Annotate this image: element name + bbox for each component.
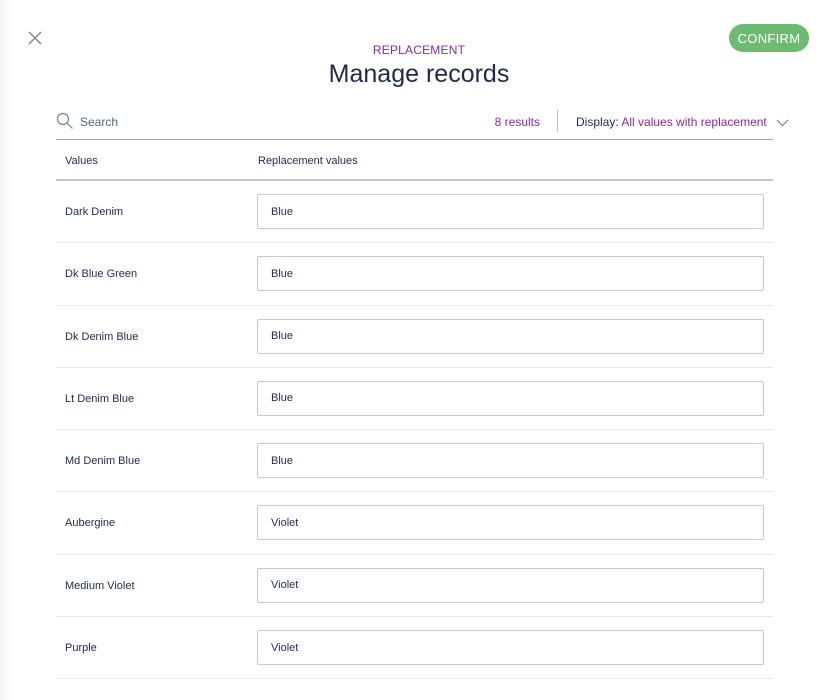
panel-edge-shadow: [0, 0, 14, 700]
records-table-body: Dark Denim Dk Blue Green Dk Denim Blue L…: [56, 181, 773, 680]
table-header: Values Replacement values: [56, 141, 773, 181]
row-value-label: Medium Violet: [65, 579, 135, 592]
display-value: All values with replacement: [621, 115, 767, 129]
table-row: Dk Denim Blue: [56, 306, 773, 368]
table-row: Dk Blue Green: [56, 243, 773, 306]
replacement-value-input[interactable]: [257, 380, 764, 416]
table-row: Lt Denim Blue: [56, 368, 773, 431]
replacement-value-input[interactable]: [257, 505, 764, 541]
toolbar-divider: [557, 110, 558, 132]
replacement-value-input[interactable]: [257, 194, 764, 229]
results-count: 8 results: [494, 115, 540, 129]
row-value-label: Md Denim Blue: [65, 455, 141, 468]
page-title: Manage records: [328, 60, 510, 88]
replacement-value-input[interactable]: [257, 318, 764, 354]
replacement-value-input[interactable]: [257, 567, 764, 603]
display-label: Display:: [576, 115, 619, 129]
chevron-down-icon: [776, 119, 789, 127]
row-value-label: Lt Denim Blue: [65, 392, 135, 405]
search-input[interactable]: [80, 113, 380, 131]
table-row: Purple: [56, 617, 773, 680]
display-filter-dropdown[interactable]: Display: All values with replacement: [576, 115, 789, 129]
row-value-label: Dk Denim Blue: [65, 330, 139, 343]
column-header-replacement-values: Replacement values: [258, 155, 358, 167]
toolbar: 8 results Display: All values with repla…: [56, 108, 789, 140]
replacement-value-input[interactable]: [257, 443, 764, 479]
search-icon: [56, 112, 73, 129]
row-value-label: Dark Denim: [65, 206, 124, 218]
replacement-value-input[interactable]: [257, 256, 764, 292]
row-value-label: Dk Blue Green: [65, 268, 138, 281]
column-header-values: Values: [65, 155, 98, 167]
replacement-value-input[interactable]: [257, 630, 764, 666]
table-row: Aubergine: [56, 492, 773, 555]
table-row: Medium Violet: [56, 555, 773, 618]
row-value-label: Purple: [65, 642, 97, 655]
row-value-label: Aubergine: [65, 517, 116, 530]
table-row: Md Denim Blue: [56, 430, 773, 493]
table-row: Dark Denim: [56, 181, 773, 244]
section-eyebrow: REPLACEMENT: [372, 43, 466, 57]
